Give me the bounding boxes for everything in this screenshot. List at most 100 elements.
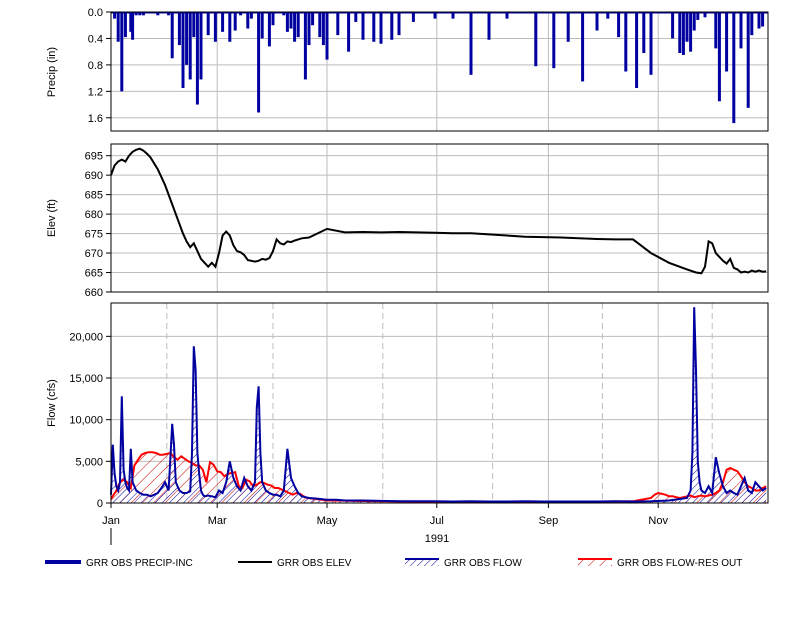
legend-label-elev: GRR OBS ELEV	[277, 558, 352, 569]
precip-bar	[606, 12, 610, 19]
legend-swatch-precip	[45, 560, 81, 564]
x-tick-label: Jan	[102, 515, 120, 527]
precip-bar	[195, 12, 199, 105]
precip-bar	[354, 12, 358, 22]
legend-label-res-out: GRR OBS FLOW-RES OUT	[617, 558, 742, 569]
precip-bar	[325, 12, 329, 60]
x-tick-labels: Jan Mar May Jul Sep Nov	[102, 503, 668, 527]
y-tick-label: 20,000	[69, 331, 103, 343]
y-tick-label: 1.2	[88, 86, 103, 98]
precip-bar	[703, 12, 707, 18]
precip-bar	[260, 12, 264, 39]
x-tick-label: May	[317, 515, 338, 527]
precip-bar	[170, 12, 174, 59]
precip-bar	[635, 12, 639, 89]
precip-bar	[199, 12, 203, 80]
precip-bar	[372, 12, 376, 42]
precip-bar	[131, 12, 135, 40]
precip-bar	[379, 12, 383, 44]
precip-bar	[120, 12, 124, 92]
precip-bar	[246, 12, 250, 29]
precip-bar	[257, 12, 261, 113]
y-tick-label: 690	[85, 170, 103, 182]
y-tick-label: 680	[85, 209, 103, 221]
precip-bar	[717, 12, 721, 102]
precip-bar	[307, 12, 311, 46]
precip-bar	[746, 12, 750, 108]
y-tick-label: 0.4	[88, 33, 103, 45]
precip-bar	[552, 12, 556, 69]
precip-bar	[321, 12, 325, 46]
legend: GRR OBS PRECIP-INC GRR OBS ELEV GRR OBS …	[45, 558, 742, 569]
precip-axis-title: Precip (in)	[46, 47, 58, 97]
precip-bar	[649, 12, 653, 75]
precip-bar	[397, 12, 401, 36]
precip-bar	[311, 12, 315, 26]
precip-bar	[289, 12, 293, 29]
precip-bar	[505, 12, 509, 19]
y-tick-label: 0	[97, 498, 103, 510]
y-tick-label: 695	[85, 151, 103, 163]
precip-bar	[696, 12, 700, 20]
year-label: 1991	[425, 533, 449, 545]
precip-bar	[249, 12, 253, 19]
precip-bar	[361, 12, 365, 40]
x-tick-label: Sep	[539, 515, 559, 527]
precip-bar	[411, 12, 415, 22]
precip-bar	[347, 12, 351, 52]
precip-bar	[739, 12, 743, 49]
elev-axis-title: Elev (ft)	[46, 199, 58, 237]
precip-bar	[188, 12, 192, 80]
precip-bar	[451, 12, 455, 19]
y-tick-label: 675	[85, 229, 103, 241]
precip-bar	[221, 12, 225, 32]
y-tick-labels: 0.0 0.4 0.8 1.2 1.6 660 665 670 675 680 685 690 695 0…	[69, 7, 111, 510]
precip-bar	[678, 12, 682, 53]
precip-bar	[757, 12, 761, 29]
precip-bar	[617, 12, 621, 38]
precip-bar	[487, 12, 491, 40]
precip-bar	[433, 12, 437, 19]
precip-bar	[750, 12, 754, 36]
y-tick-label: 670	[85, 248, 103, 260]
y-tick-label: 10,000	[69, 415, 103, 427]
y-tick-label: 1.6	[88, 113, 103, 125]
y-tick-label: 15,000	[69, 373, 103, 385]
precip-bar	[181, 12, 185, 89]
precip-bar	[534, 12, 538, 67]
precip-bar	[725, 12, 729, 72]
legend-swatch-res-out	[578, 559, 612, 566]
x-tick-label: Mar	[208, 515, 227, 527]
precip-bar	[390, 12, 394, 40]
precip-bar	[285, 12, 289, 32]
y-tick-label: 0.0	[88, 7, 103, 19]
flow-axis-title: Flow (cfs)	[46, 379, 58, 427]
precip-bar	[213, 12, 217, 42]
precip-bar	[267, 12, 271, 47]
precip-bar	[296, 12, 300, 38]
precip-bar	[689, 12, 693, 52]
y-tick-label: 665	[85, 268, 103, 280]
chart-canvas: 0.0 0.4 0.8 1.2 1.6 660 665 670 675 680 685 690 695 0…	[45, 7, 769, 569]
precip-bar	[293, 12, 297, 42]
precip-bar	[228, 12, 232, 42]
precip-bar	[113, 12, 117, 19]
precip-bar	[192, 12, 196, 38]
precip-bar	[116, 12, 120, 42]
precip-bar	[761, 12, 765, 27]
precip-bar	[303, 12, 307, 80]
precip-bar	[642, 12, 646, 53]
precip-bar	[177, 12, 181, 46]
precip-bar	[681, 12, 685, 55]
precip-bar	[336, 12, 340, 36]
y-tick-label: 5,000	[75, 456, 103, 468]
precip-bar	[624, 12, 628, 72]
legend-swatch-flow	[405, 559, 439, 566]
y-tick-label: 660	[85, 287, 103, 299]
x-tick-label: Jul	[430, 515, 444, 527]
precip-bar	[692, 12, 696, 31]
precip-bar	[566, 12, 570, 42]
precip-bar	[671, 12, 675, 39]
y-tick-label: 0.8	[88, 60, 103, 72]
y-tick-label: 685	[85, 190, 103, 202]
